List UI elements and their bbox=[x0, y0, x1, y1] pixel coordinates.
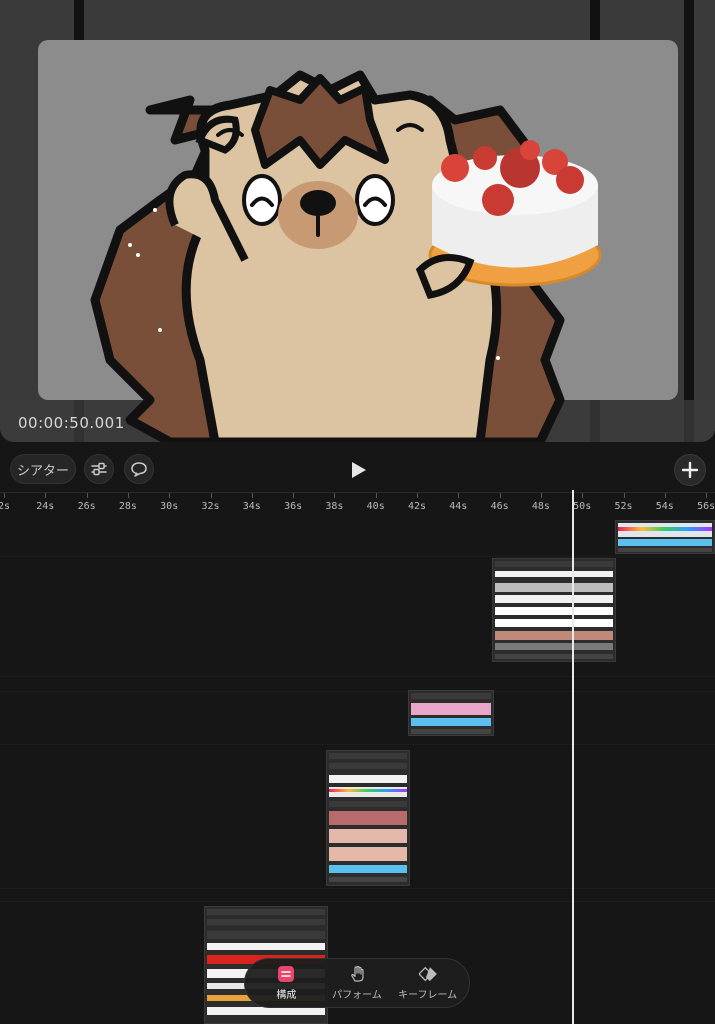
ruler-tick-label: 34s bbox=[242, 501, 261, 512]
nav-keyframe[interactable]: キーフレーム bbox=[395, 965, 461, 1001]
ruler-tick bbox=[417, 493, 418, 498]
play-button[interactable] bbox=[344, 456, 372, 484]
ruler-tick-label: 54s bbox=[655, 501, 674, 512]
ruler-tick-label: 26s bbox=[77, 501, 96, 512]
ruler-tick bbox=[334, 493, 336, 498]
nav-keyframe-label: キーフレーム bbox=[398, 990, 458, 1001]
ruler-tick-label: 48s bbox=[531, 501, 550, 512]
ruler-tick bbox=[458, 493, 460, 498]
playback-toolbar: シアター bbox=[0, 446, 715, 492]
ruler-tick-label: 52s bbox=[614, 501, 633, 512]
add-button[interactable] bbox=[674, 454, 706, 486]
timeline-clip[interactable] bbox=[492, 558, 616, 662]
nav-perform[interactable]: パフォーム bbox=[324, 965, 390, 1001]
adjust-button[interactable] bbox=[84, 454, 114, 484]
theater-button[interactable]: シアター bbox=[10, 454, 76, 484]
comment-button[interactable] bbox=[124, 454, 154, 484]
ruler-tick-label: 36s bbox=[284, 501, 303, 512]
ruler-tick-label: 40s bbox=[366, 501, 385, 512]
preview-stage[interactable]: 00:00:50.001 bbox=[0, 0, 715, 442]
timeline-clip[interactable] bbox=[408, 690, 494, 736]
ruler-tick-label: 2s bbox=[0, 501, 11, 512]
play-icon bbox=[352, 462, 366, 478]
speech-bubble-icon bbox=[131, 462, 147, 477]
timecode-display: 00:00:50.001 bbox=[18, 414, 125, 432]
ruler-tick-label: 32s bbox=[201, 501, 220, 512]
ruler-tick-label: 44s bbox=[449, 501, 468, 512]
hedgehog-character-illustration bbox=[90, 70, 602, 442]
ruler-tick-label: 24s bbox=[36, 501, 55, 512]
ruler-tick-label: 46s bbox=[490, 501, 509, 512]
ruler-tick-label: 56s bbox=[697, 501, 715, 512]
sliders-icon bbox=[91, 462, 107, 476]
ruler-tick bbox=[499, 493, 501, 498]
timeline-clip[interactable] bbox=[615, 520, 715, 554]
timeline-ruler[interactable]: 2s 24s 26s 28s 30s 32s 34s 36s 38s 40s 42s 44s 46s 48… bbox=[0, 492, 715, 516]
composition-icon bbox=[277, 965, 295, 983]
nav-composition-label: 構成 bbox=[276, 990, 297, 1001]
hand-icon bbox=[348, 965, 366, 983]
ruler-tick bbox=[582, 493, 584, 498]
ruler-tick bbox=[293, 493, 295, 498]
ruler-tick bbox=[127, 493, 129, 498]
playhead[interactable] bbox=[572, 490, 574, 1024]
ruler-tick bbox=[4, 493, 5, 498]
ruler-tick bbox=[45, 493, 47, 498]
mode-switcher: 構成 パフォーム キーフレーム bbox=[244, 958, 470, 1008]
ruler-tick-label: 50s bbox=[573, 501, 592, 512]
ruler-tick bbox=[706, 493, 708, 498]
ruler-tick bbox=[251, 493, 253, 498]
ruler-tick-label: 38s bbox=[325, 501, 344, 512]
ruler-tick bbox=[375, 493, 377, 498]
ruler-tick bbox=[169, 493, 171, 498]
ruler-tick bbox=[623, 493, 625, 498]
keyframe-icon bbox=[418, 965, 437, 983]
nav-perform-label: パフォーム bbox=[332, 990, 382, 1001]
nav-composition[interactable]: 構成 bbox=[253, 965, 319, 1001]
timeline-clip[interactable] bbox=[326, 750, 410, 886]
timeline-tracks[interactable] bbox=[0, 516, 715, 1024]
ruler-tick bbox=[86, 493, 88, 498]
ruler-tick-label: 28s bbox=[118, 501, 137, 512]
plus-icon bbox=[681, 461, 699, 479]
ruler-tick bbox=[664, 493, 666, 498]
ruler-tick-label: 42s bbox=[407, 501, 427, 512]
ruler-tick bbox=[210, 493, 212, 498]
ruler-tick bbox=[540, 493, 542, 498]
ruler-tick-label: 30s bbox=[160, 501, 179, 512]
app-root: 00:00:50.001 シアター 2s 24s 26s 28s 30s 32s… bbox=[0, 0, 715, 1024]
